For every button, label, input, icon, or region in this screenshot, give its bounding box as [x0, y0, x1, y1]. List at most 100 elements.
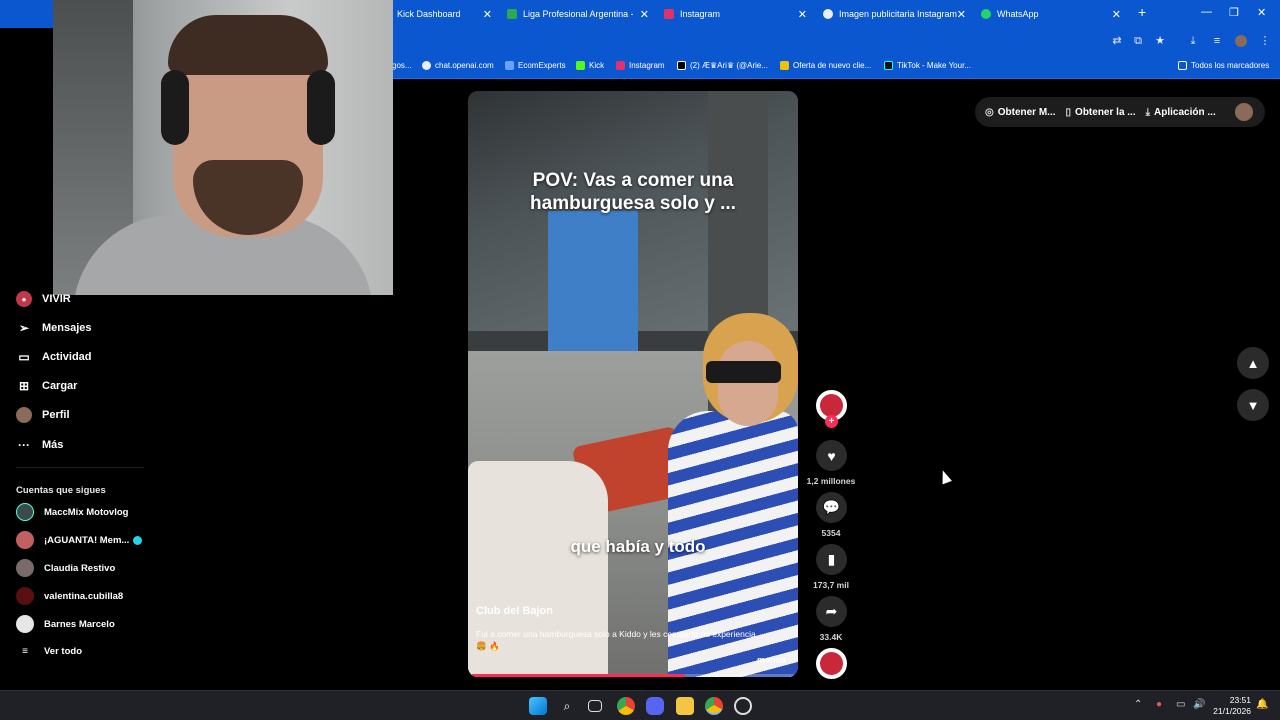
- user-avatar[interactable]: [1235, 103, 1253, 121]
- following-item[interactable]: valentina.cubilla8: [16, 587, 123, 605]
- comment-count: 5354: [821, 528, 841, 538]
- bookmark-item[interactable]: gos...: [392, 61, 412, 70]
- cast-icon[interactable]: ⧉: [1132, 35, 1144, 47]
- less-button[interactable]: menos: [757, 655, 786, 665]
- new-tab-button[interactable]: +: [1138, 4, 1146, 20]
- sidebar-item-messages[interactable]: ➢ Mensajes: [16, 320, 92, 336]
- close-icon[interactable]: ✕: [483, 8, 492, 21]
- tab-instagram[interactable]: Instagram ✕: [664, 2, 810, 26]
- all-bookmarks[interactable]: Todos los marcadores: [1178, 61, 1269, 70]
- menu-icon[interactable]: ⋮: [1259, 35, 1271, 47]
- notification-bell-icon[interactable]: 🔔: [1256, 699, 1268, 710]
- profile-avatar-icon[interactable]: [1235, 35, 1247, 47]
- like-button[interactable]: ♥: [816, 440, 847, 471]
- video-author[interactable]: Club del Bajon: [476, 605, 553, 617]
- avatar: [16, 615, 34, 633]
- sidebar-item-more[interactable]: ··· Más: [16, 437, 63, 453]
- webcam-overlay: [53, 0, 393, 295]
- send-icon: ➢: [18, 321, 30, 335]
- see-all-link[interactable]: ≡ Ver todo: [16, 646, 82, 657]
- restore-icon[interactable]: ❐: [1229, 6, 1239, 19]
- liga-icon: [507, 9, 517, 19]
- video-progress-bar[interactable]: [472, 674, 794, 677]
- sidebar-item-profile[interactable]: Perfil: [16, 407, 70, 423]
- chevron-up-icon[interactable]: ⌃: [1134, 699, 1142, 710]
- minimize-icon[interactable]: —: [1201, 6, 1212, 18]
- network-icon[interactable]: ▭: [1176, 699, 1185, 710]
- top-right-bar: ◎ Obtener M... ▯ Obtener la ... ⤓ Aplicació…: [975, 97, 1265, 127]
- following-item[interactable]: Barnes Marcelo: [16, 615, 115, 633]
- bookmark-item[interactable]: Instagram: [616, 61, 665, 70]
- sidebar-item-upload[interactable]: ⊞ Cargar: [16, 378, 78, 394]
- star-icon[interactable]: ★: [1154, 35, 1166, 47]
- download-icon: ⤓: [1145, 106, 1151, 118]
- phone-icon: ▯: [1065, 106, 1072, 118]
- bookmark-item[interactable]: (2) Æ♛Ari♛ (@Arie...: [677, 61, 768, 70]
- get-m-button[interactable]: ◎ Obtener M...: [985, 107, 1056, 118]
- tab-kick-dashboard[interactable]: Kick Dashboard ✕: [392, 2, 500, 26]
- clock[interactable]: 23:51 21/1/2026: [1213, 695, 1251, 717]
- progress-fill: [472, 674, 685, 677]
- bookmarks-bar: gos... chat.openai.com EcomExperts Kick …: [392, 55, 1280, 79]
- tiktok-icon: [884, 61, 893, 70]
- divider: [16, 467, 144, 468]
- discord-icon[interactable]: [646, 697, 664, 715]
- sidebar-item-activity[interactable]: ▭ Actividad: [16, 349, 91, 365]
- search-icon[interactable]: ⌕: [558, 697, 576, 715]
- save-button[interactable]: ▮: [816, 544, 847, 575]
- file-explorer-icon[interactable]: [676, 697, 694, 715]
- like-count: 1,2 millones: [806, 476, 856, 486]
- following-item[interactable]: Claudia Restivo: [16, 559, 115, 577]
- close-window-icon[interactable]: ✕: [1257, 6, 1266, 19]
- activity-icon: ▭: [18, 350, 30, 364]
- following-title: Cuentas que sigues: [16, 485, 106, 496]
- tab-liga-profesional[interactable]: Liga Profesional Argentina - P... ✕: [507, 2, 655, 26]
- tab-whatsapp[interactable]: WhatsApp ✕: [981, 2, 1127, 26]
- share-count: 33.4K: [819, 632, 843, 642]
- bookmark-item[interactable]: Oferta de nuevo clie...: [780, 61, 871, 70]
- globe-icon: [422, 61, 431, 70]
- comment-button[interactable]: 💬: [816, 492, 847, 523]
- app-button[interactable]: ⤓ Aplicación ...: [1146, 107, 1216, 118]
- get-app-button[interactable]: ▯ Obtener la ...: [1066, 107, 1136, 118]
- instagram-icon: [664, 9, 674, 19]
- video-subtitle: que había y todo: [570, 537, 706, 556]
- bookmark-item[interactable]: chat.openai.com: [422, 61, 494, 70]
- folder-icon: [1178, 61, 1187, 70]
- close-icon[interactable]: ✕: [640, 8, 649, 21]
- avatar: [16, 587, 34, 605]
- ecomexperts-icon: [505, 61, 514, 70]
- close-icon[interactable]: ✕: [798, 8, 807, 21]
- following-item[interactable]: ¡AGUANTA! Mem...: [16, 531, 143, 549]
- live-icon: ●: [16, 291, 32, 307]
- taskbar: ⌕ ⌃ ● ▭ 🔊 23:51 21/1/2026 🔔: [0, 690, 1280, 720]
- tab-imagen-publicitaria[interactable]: Imagen publicitaria Instagram ✕: [823, 2, 969, 26]
- following-item[interactable]: MaccMix Motovlog: [16, 503, 128, 521]
- bookmark-item[interactable]: EcomExperts: [505, 61, 566, 70]
- close-icon[interactable]: ✕: [957, 8, 966, 21]
- bookmark-item[interactable]: Kick: [576, 61, 604, 70]
- coin-icon: ◎: [985, 106, 994, 118]
- chrome-profile-icon[interactable]: [705, 697, 723, 715]
- windows-start-icon[interactable]: [529, 697, 547, 715]
- task-view-icon[interactable]: [588, 700, 602, 712]
- chevron-up-icon: ▲: [1246, 355, 1260, 371]
- chrome-icon[interactable]: [617, 697, 635, 715]
- follow-plus-icon[interactable]: +: [825, 415, 838, 428]
- next-video-button[interactable]: ▼: [1237, 389, 1269, 421]
- offer-icon: [780, 61, 789, 70]
- close-icon[interactable]: ✕: [1112, 8, 1121, 21]
- share-button[interactable]: ➦: [816, 596, 847, 627]
- media-icon[interactable]: ≡: [1211, 35, 1223, 47]
- sidebar-item-live[interactable]: ● VIVIR: [16, 291, 71, 307]
- bookmark-item[interactable]: TikTok - Make Your...: [884, 61, 971, 70]
- mic-icon[interactable]: ●: [1156, 699, 1162, 710]
- video-player[interactable]: POV: Vas a comer una hamburguesa solo y …: [468, 91, 798, 677]
- music-avatar[interactable]: [816, 648, 847, 679]
- previous-video-button[interactable]: ▲: [1237, 347, 1269, 379]
- download-icon[interactable]: ⤓: [1187, 35, 1199, 47]
- volume-icon[interactable]: 🔊: [1193, 699, 1205, 710]
- translate-icon[interactable]: ⇄: [1111, 35, 1123, 47]
- app-icon[interactable]: [734, 697, 752, 715]
- avatar: [16, 531, 34, 549]
